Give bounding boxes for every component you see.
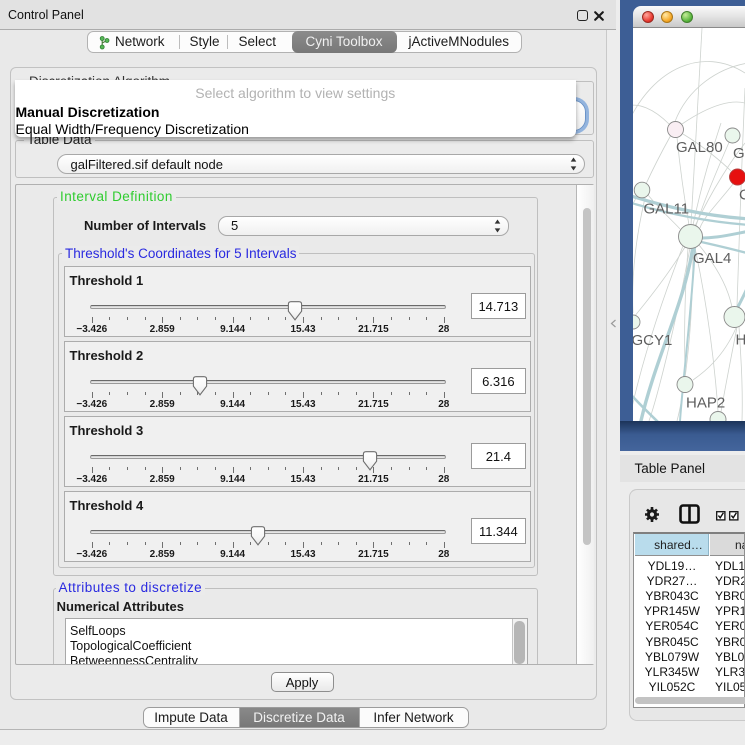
svg-text:C: C [739,187,745,204]
svg-text:H: H [735,332,745,349]
svg-text:G.: G. [733,145,745,162]
svg-text:GAL4: GAL4 [693,250,731,267]
svg-text:GCY1: GCY1 [633,332,672,349]
svg-text:GAL80: GAL80 [676,139,723,156]
svg-text:GAL11: GAL11 [643,201,689,218]
svg-text:HAP2: HAP2 [686,395,725,412]
